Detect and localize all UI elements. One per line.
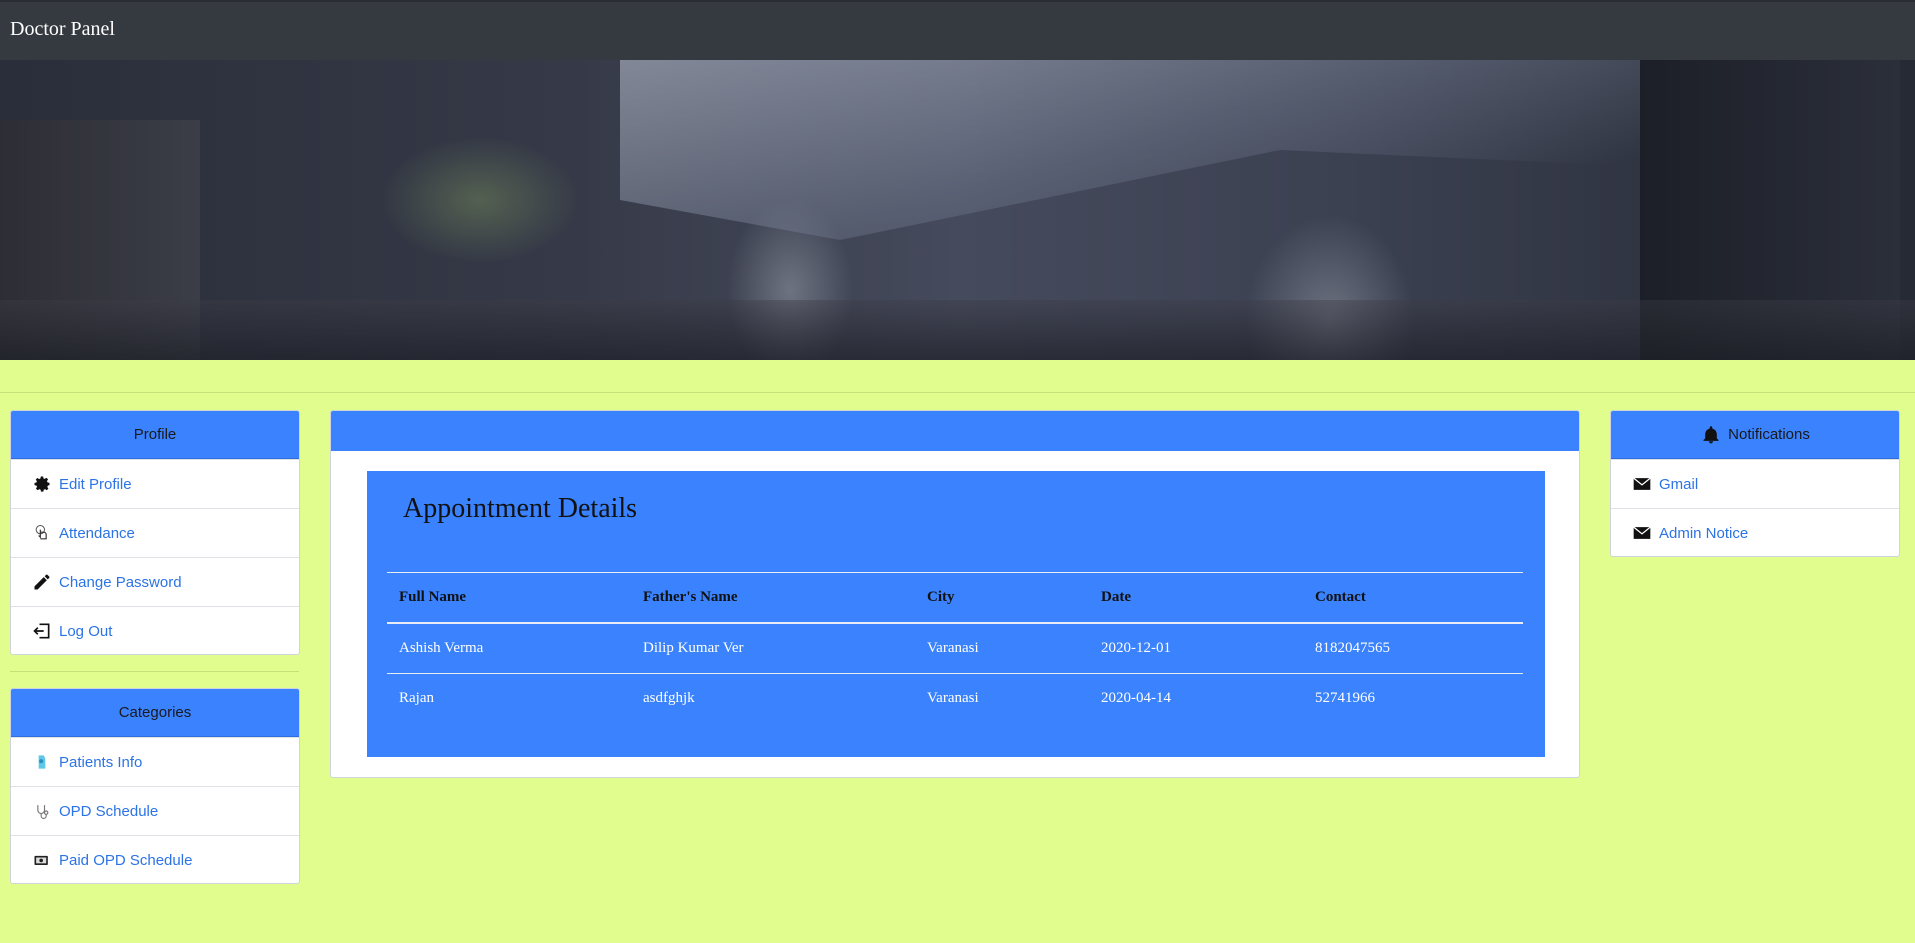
- hand-touch-icon: [31, 522, 53, 544]
- cell-contact: 52741966: [1315, 690, 1375, 706]
- stethoscope-icon: [31, 800, 53, 822]
- section-divider: [0, 392, 1915, 393]
- top-navbar: Doctor Panel: [0, 0, 1915, 60]
- notifications-title: Notifications: [1728, 426, 1810, 443]
- notification-item-gmail[interactable]: Gmail: [1611, 459, 1899, 508]
- sidebar-item-attendance[interactable]: Attendance: [11, 508, 299, 557]
- categories-card: Categories Patients Info OPD Schedule Pa…: [10, 688, 300, 884]
- logout-icon: [31, 620, 53, 642]
- sidebar-item-label: Log Out: [59, 622, 113, 640]
- table-row: Rajan asdfghjk Varanasi 2020-04-14 52741…: [387, 674, 1523, 724]
- appointment-details-title: Appointment Details: [403, 493, 638, 524]
- notification-item-label: Gmail: [1659, 475, 1699, 493]
- appointments-card: Appointment Details Full Name Father's N…: [330, 410, 1580, 778]
- cell-city: Varanasi: [927, 690, 979, 706]
- navbar-brand[interactable]: Doctor Panel: [10, 18, 115, 41]
- sidebar-divider: [10, 671, 299, 672]
- sidebar-item-patients-info[interactable]: Patients Info: [11, 737, 299, 786]
- cell-fathers-name: asdfghjk: [643, 690, 695, 706]
- notification-item-admin-notice[interactable]: Admin Notice: [1611, 508, 1899, 556]
- sidebar-item-change-password[interactable]: Change Password: [11, 557, 299, 606]
- cash-icon: [31, 849, 53, 871]
- hero-mountain-shape: [620, 60, 1720, 240]
- table-row: Ashish Verma Dilip Kumar Ver Varanasi 20…: [387, 623, 1523, 674]
- sidebar-item-label: Paid OPD Schedule: [59, 851, 193, 869]
- table-header-row: Full Name Father's Name City Date Contac…: [387, 572, 1523, 624]
- pencil-icon: [31, 571, 53, 593]
- patient-icon: [31, 751, 53, 773]
- appointments-table: Full Name Father's Name City Date Contac…: [387, 572, 1523, 723]
- sidebar-item-opd-schedule[interactable]: OPD Schedule: [11, 786, 299, 835]
- sidebar-item-log-out[interactable]: Log Out: [11, 606, 299, 654]
- cell-fathers-name: Dilip Kumar Ver: [631, 623, 915, 674]
- notification-item-label: Admin Notice: [1659, 524, 1749, 542]
- mail-icon: [1631, 522, 1653, 544]
- sidebar-item-label: Change Password: [59, 573, 182, 591]
- sidebar-item-label: Edit Profile: [59, 475, 132, 493]
- cell-city: Varanasi: [915, 623, 1089, 674]
- cell-date: 2020-04-14: [1101, 690, 1171, 706]
- sidebar-item-label: Patients Info: [59, 753, 143, 771]
- hero-banner-image: [0, 60, 1915, 360]
- sidebar-item-label: Attendance: [59, 524, 135, 542]
- appointment-details-panel: Appointment Details Full Name Father's N…: [367, 471, 1545, 757]
- cell-contact: 8182047565: [1303, 623, 1523, 674]
- notifications-card: Notifications Gmail Admin Notice: [1610, 410, 1900, 557]
- bell-icon: [1700, 424, 1722, 446]
- sidebar-item-edit-profile[interactable]: Edit Profile: [11, 459, 299, 508]
- cell-date: 2020-12-01: [1089, 623, 1303, 674]
- column-header-contact: Contact: [1303, 572, 1523, 624]
- categories-card-header: Categories: [11, 689, 299, 737]
- column-header-date: Date: [1089, 572, 1303, 624]
- column-header-fathers-name: Father's Name: [631, 572, 915, 624]
- gear-icon: [31, 473, 53, 495]
- appointments-card-header: [331, 411, 1579, 451]
- notifications-card-header: Notifications: [1611, 411, 1899, 459]
- sidebar-item-paid-opd-schedule[interactable]: Paid OPD Schedule: [11, 835, 299, 883]
- cell-full-name: Ashish Verma: [387, 623, 631, 674]
- column-header-city: City: [915, 572, 1089, 624]
- mail-icon: [1631, 473, 1653, 495]
- sidebar-item-label: OPD Schedule: [59, 802, 159, 820]
- profile-card-header: Profile: [11, 411, 299, 459]
- column-header-full-name: Full Name: [387, 572, 631, 624]
- cell-full-name: Rajan: [399, 690, 434, 706]
- hero-desk-shape: [0, 300, 1915, 360]
- profile-card: Profile Edit Profile Attendance Change P…: [10, 410, 300, 655]
